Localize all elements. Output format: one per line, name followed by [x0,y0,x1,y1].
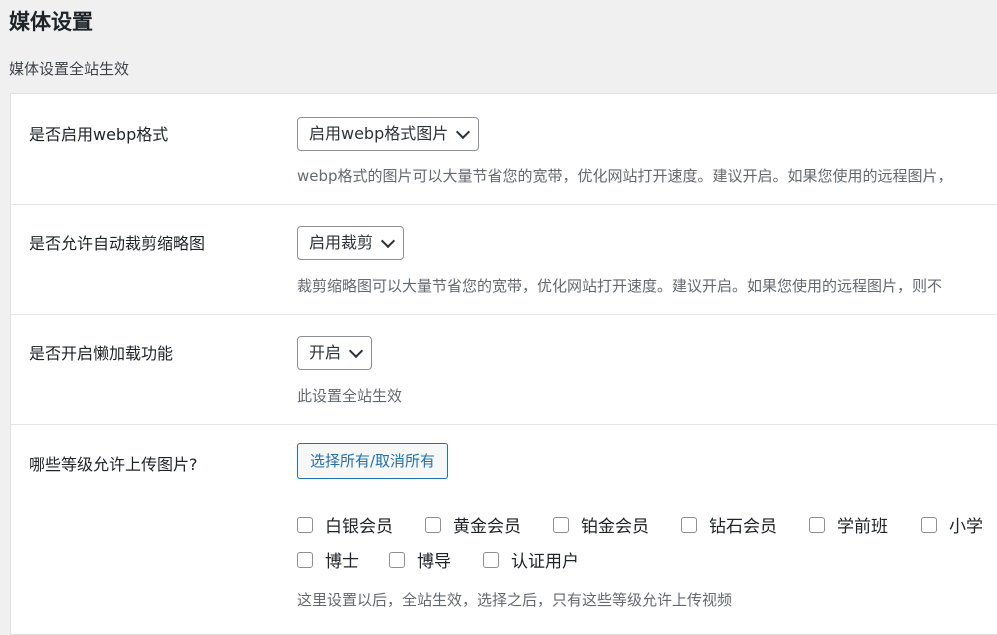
setting-row-webp: 是否启用webp格式 启用webp格式图片 webp格式的图片可以大量节省您的宽… [11,94,997,205]
lazyload-select-value: 开启 [309,343,342,362]
checkbox-unchecked-icon[interactable] [921,516,937,533]
crop-help-text: 裁剪缩略图可以大量节省您的宽带，优化网站打开速度。建议开启。如果您使用的远程图片… [297,277,943,295]
level-checkbox-gold[interactable]: 黄金会员 [425,512,521,537]
lazyload-select[interactable]: 开启 [297,336,373,370]
level-checkbox-platinum[interactable]: 铂金会员 [553,512,649,537]
chevron-down-icon [380,233,396,249]
page-description: 媒体设置全站生效 [9,60,130,78]
checkbox-unchecked-icon[interactable] [553,516,569,533]
lazyload-label: 是否开启懒加载功能 [29,344,174,363]
level-checkbox-diamond[interactable]: 钻石会员 [681,512,777,537]
level-option-label: 黄金会员 [453,517,521,537]
level-checkbox-silver[interactable]: 白银会员 [297,512,393,537]
level-option-label: 博导 [417,552,451,572]
webp-select-value: 启用webp格式图片 [309,124,449,143]
toggle-all-button[interactable]: 选择所有/取消所有 [297,443,449,479]
upload-levels-help-text: 这里设置以后，全站生效，选择之后，只有这些等级允许上传视频 [297,591,733,609]
level-option-label: 白银会员 [325,517,393,537]
chevron-down-icon [348,343,364,359]
checkbox-unchecked-icon[interactable] [681,516,697,533]
webp-help-text: webp格式的图片可以大量节省您的宽带，优化网站打开速度。建议开启。如果您使用的… [297,167,953,185]
page-title: 媒体设置 [9,10,93,34]
level-option-label: 博士 [325,552,359,572]
chevron-down-icon [456,124,471,140]
level-option-label: 认证用户 [511,552,579,572]
crop-select[interactable]: 启用裁剪 [297,226,405,260]
level-option-label: 学前班 [837,517,888,537]
upload-levels-label: 哪些等级允许上传图片? [29,455,198,474]
webp-label: 是否启用webp格式 [29,125,169,144]
level-checkbox-advisor[interactable]: 博导 [389,547,451,572]
checkbox-unchecked-icon[interactable] [483,551,499,568]
level-checkbox-doctor[interactable]: 博士 [297,547,359,572]
checkbox-unchecked-icon[interactable] [297,551,313,568]
setting-row-upload-levels: 哪些等级允许上传图片? 选择所有/取消所有 白银会员 黄金会员 铂金会员 钻石会… [11,424,997,629]
checkbox-unchecked-icon[interactable] [809,516,825,533]
crop-label: 是否允许自动裁剪缩略图 [29,234,206,253]
crop-select-value: 启用裁剪 [309,233,374,252]
lazyload-help-text: 此设置全站生效 [297,387,403,405]
level-checkbox-primary[interactable]: 小学 [921,512,983,537]
level-option-label: 钻石会员 [709,517,777,537]
checkbox-unchecked-icon[interactable] [389,551,405,568]
level-option-label: 小学 [949,517,983,537]
level-option-label: 铂金会员 [581,517,649,537]
setting-row-crop: 是否允许自动裁剪缩略图 启用裁剪 裁剪缩略图可以大量节省您的宽带，优化网站打开速… [11,204,997,315]
checkbox-unchecked-icon[interactable] [425,516,441,533]
checkbox-unchecked-icon[interactable] [297,516,313,533]
setting-row-lazyload: 是否开启懒加载功能 开启 此设置全站生效 [11,314,997,425]
level-checkbox-preschool[interactable]: 学前班 [809,512,888,537]
settings-panel: 是否启用webp格式 启用webp格式图片 webp格式的图片可以大量节省您的宽… [10,93,997,635]
level-checkbox-verified[interactable]: 认证用户 [483,547,579,572]
webp-select[interactable]: 启用webp格式图片 [297,117,480,151]
